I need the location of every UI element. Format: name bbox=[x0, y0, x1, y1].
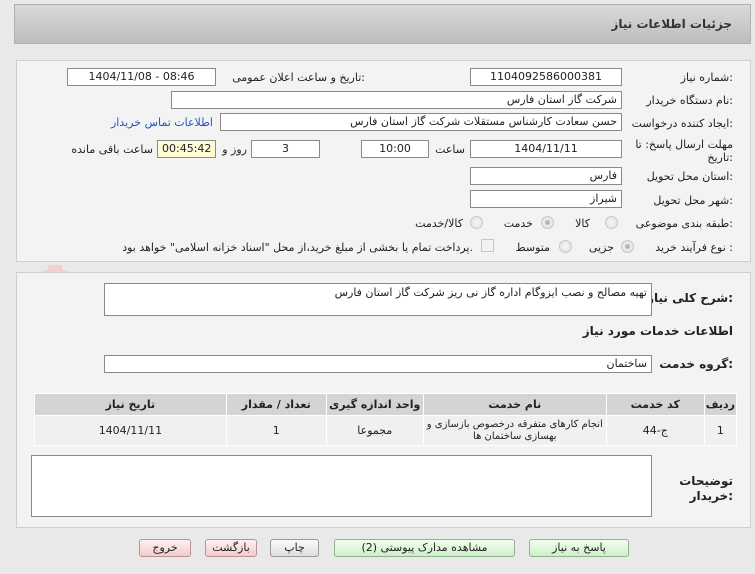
announce-label: تاریخ و ساعت اعلان عمومی: bbox=[232, 71, 365, 84]
table-row: 1 ج-44 انجام کارهای متفرقه درخصوص بازساز… bbox=[34, 415, 738, 446]
category-service-label: خدمت bbox=[503, 217, 533, 230]
col-code: کد خدمت bbox=[605, 393, 705, 416]
col-unit: واحد اندازه گیری bbox=[325, 393, 424, 416]
buyer-notes-label: توضیحات bbox=[679, 474, 733, 488]
deadline-time-field: 10:00 bbox=[361, 140, 429, 158]
days-field: 3 bbox=[251, 140, 320, 158]
description-field: تهیه مصالح و نصب ایزوگام اداره گاز نی ری… bbox=[104, 283, 652, 316]
col-date: تاریخ نیاز bbox=[34, 393, 227, 416]
deadline-label: مهلت ارسال پاسخ: تا bbox=[635, 138, 733, 151]
cell-name: انجام کارهای متفرقه درخصوص بازسازی و بهس… bbox=[422, 415, 607, 446]
col-index: ردیف bbox=[703, 393, 738, 416]
service-group-field: ساختمان bbox=[104, 355, 652, 373]
col-name: نام خدمت bbox=[422, 393, 607, 416]
buyer-contact-link[interactable]: اطلاعات تماس خریدار bbox=[111, 116, 213, 129]
print-button[interactable]: چاپ bbox=[270, 539, 319, 557]
page-title: جزئیات اطلاعات نیاز bbox=[611, 17, 732, 31]
creator-label: ایجاد کننده درخواست: bbox=[631, 117, 733, 130]
days-label: روز و bbox=[222, 143, 247, 156]
buyer-notes-field[interactable] bbox=[31, 455, 652, 517]
creator-field: حسن سعادت کارشناس مستقلات شرکت گاز استان… bbox=[220, 113, 622, 131]
exit-button[interactable]: خروج bbox=[139, 539, 191, 557]
buyer-label: نام دستگاه خریدار: bbox=[646, 94, 733, 107]
city-label: شهر محل تحویل: bbox=[653, 194, 733, 207]
remaining-label: ساعت باقی مانده bbox=[71, 143, 153, 156]
purchase-medium-radio[interactable] bbox=[559, 240, 572, 253]
buyer-field: شرکت گاز استان فارس bbox=[171, 91, 622, 109]
province-label: استان محل تحویل: bbox=[646, 170, 733, 183]
need-number-field: 1104092586000381 bbox=[470, 68, 622, 86]
purchase-minor-label: جزیی bbox=[588, 241, 614, 254]
table-header-row: ردیف کد خدمت نام خدمت واحد اندازه گیری ت… bbox=[34, 393, 738, 416]
page-header: جزئیات اطلاعات نیاز bbox=[14, 4, 751, 44]
deadline-time-label: ساعت bbox=[435, 143, 465, 156]
cell-index: 1 bbox=[703, 415, 738, 446]
cell-qty: 1 bbox=[225, 415, 327, 446]
treasury-payment-checkbox[interactable] bbox=[481, 239, 494, 252]
category-service-radio[interactable] bbox=[541, 216, 554, 229]
need-number-label: شماره نیاز: bbox=[680, 71, 733, 84]
description-label: شرح کلی نیاز: bbox=[647, 291, 733, 305]
cell-date: 1404/11/11 bbox=[34, 415, 227, 446]
remaining-time-field: 00:45:42 bbox=[157, 140, 216, 158]
back-button[interactable]: بازگشت bbox=[205, 539, 257, 557]
purchase-medium-label: متوسط bbox=[515, 241, 550, 254]
announce-field: 1404/11/08 - 08:46 bbox=[67, 68, 216, 86]
category-both-label: کالا/خدمت bbox=[415, 217, 463, 230]
col-qty: تعداد / مقدار bbox=[225, 393, 327, 416]
purchase-type-label: نوع فرآیند خرید : bbox=[655, 241, 733, 254]
reply-button[interactable]: پاسخ به نیاز bbox=[529, 539, 629, 557]
service-group-label: گروه خدمت: bbox=[659, 357, 733, 371]
cell-unit: مجموعا bbox=[325, 415, 424, 446]
category-goods-label: کالا bbox=[575, 217, 590, 230]
purchase-minor-radio[interactable] bbox=[621, 240, 634, 253]
cell-code: ج-44 bbox=[605, 415, 705, 446]
deadline-date-field: 1404/11/11 bbox=[470, 140, 622, 158]
province-field: فارس bbox=[470, 167, 622, 185]
services-section-title: اطلاعات خدمات مورد نیاز bbox=[582, 324, 733, 338]
category-goods-radio[interactable] bbox=[605, 216, 618, 229]
view-documents-button[interactable]: مشاهده مدارک پیوستی (2) bbox=[334, 539, 515, 557]
deadline-label-date: تاریخ: bbox=[707, 151, 733, 164]
buyer-notes-label-2: خریدار: bbox=[689, 489, 733, 503]
city-field: شیراز bbox=[470, 190, 622, 208]
treasury-payment-note: پرداخت تمام یا بخشی از مبلغ خرید،از محل … bbox=[122, 241, 473, 254]
category-label: طبقه بندی موضوعی: bbox=[635, 217, 733, 230]
category-both-radio[interactable] bbox=[470, 216, 483, 229]
services-table: ردیف کد خدمت نام خدمت واحد اندازه گیری ت… bbox=[34, 393, 738, 446]
